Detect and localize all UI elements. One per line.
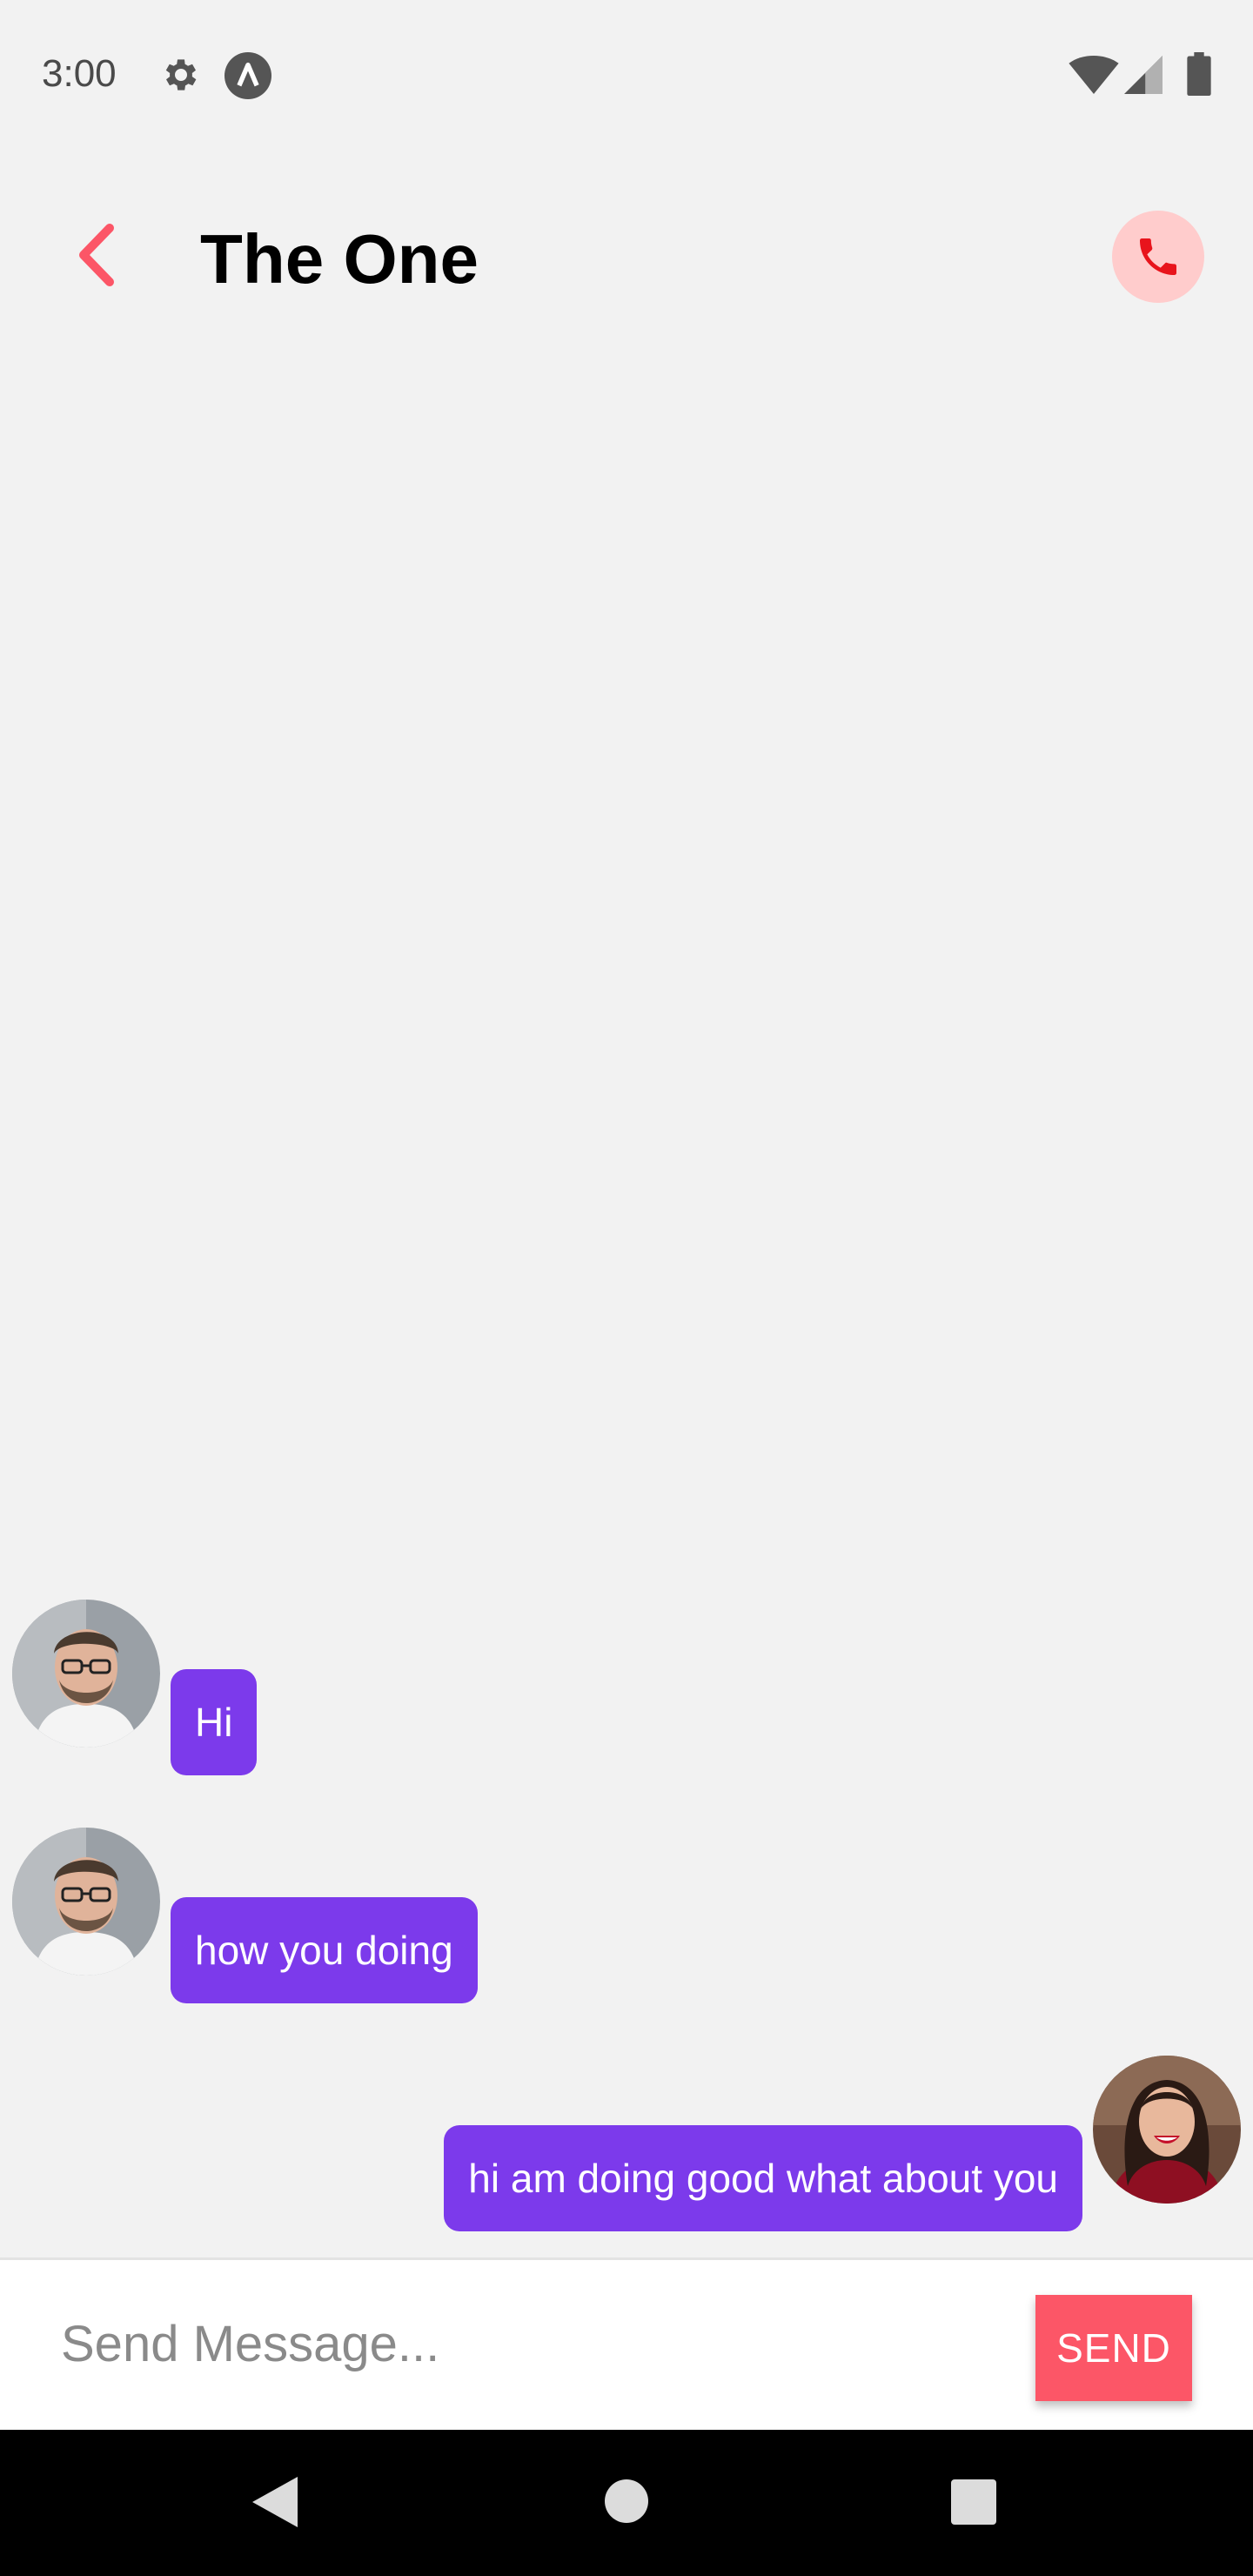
call-button[interactable] xyxy=(1112,211,1204,303)
wifi-icon xyxy=(1069,56,1119,94)
gear-icon xyxy=(165,59,197,91)
user-avatar xyxy=(1093,2056,1241,2204)
signal-icon xyxy=(1124,56,1163,94)
message-input[interactable] xyxy=(61,2300,1001,2387)
chat-title: The One xyxy=(200,220,479,298)
status-bar: 3:00 xyxy=(0,0,1253,148)
contact-avatar xyxy=(12,1600,160,1748)
message-composer: SEND xyxy=(0,2257,1253,2430)
status-time: 3:00 xyxy=(42,52,117,95)
send-button[interactable]: SEND xyxy=(1035,2295,1192,2401)
nav-recents-icon[interactable] xyxy=(950,2479,997,2526)
nav-home-icon[interactable] xyxy=(604,2479,649,2524)
nav-back-icon[interactable] xyxy=(249,2473,301,2531)
message-bubble-sent: hi am doing good what about you xyxy=(444,2125,1082,2231)
chat-header: The One xyxy=(0,174,1253,339)
phone-icon xyxy=(1140,238,1176,275)
a-icon xyxy=(224,52,271,99)
battery-icon xyxy=(1187,52,1211,96)
contact-avatar xyxy=(12,1828,160,1976)
message-bubble-received: Hi xyxy=(171,1669,258,1775)
system-nav-bar xyxy=(0,2430,1253,2576)
chevron-left-icon[interactable] xyxy=(59,216,137,294)
message-bubble-received: how you doing xyxy=(171,1897,478,2003)
